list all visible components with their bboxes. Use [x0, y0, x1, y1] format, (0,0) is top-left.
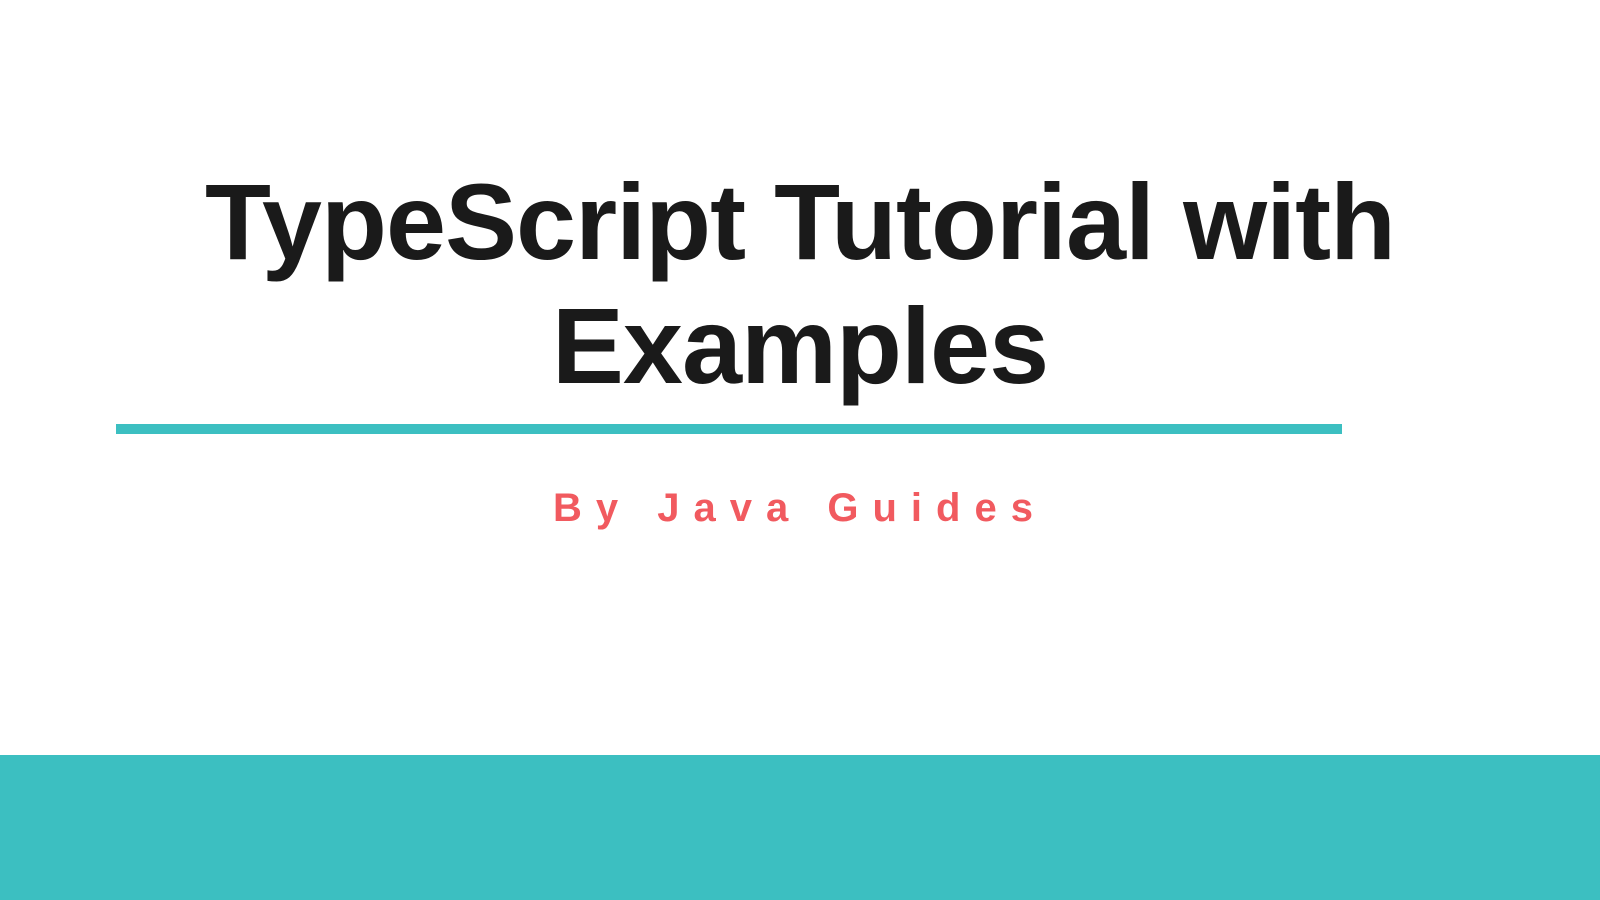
- page-title: TypeScript Tutorial with Examples: [0, 160, 1600, 408]
- page-subtitle: By Java Guides: [0, 486, 1600, 531]
- title-divider: [116, 424, 1342, 434]
- footer-bar: [0, 755, 1600, 900]
